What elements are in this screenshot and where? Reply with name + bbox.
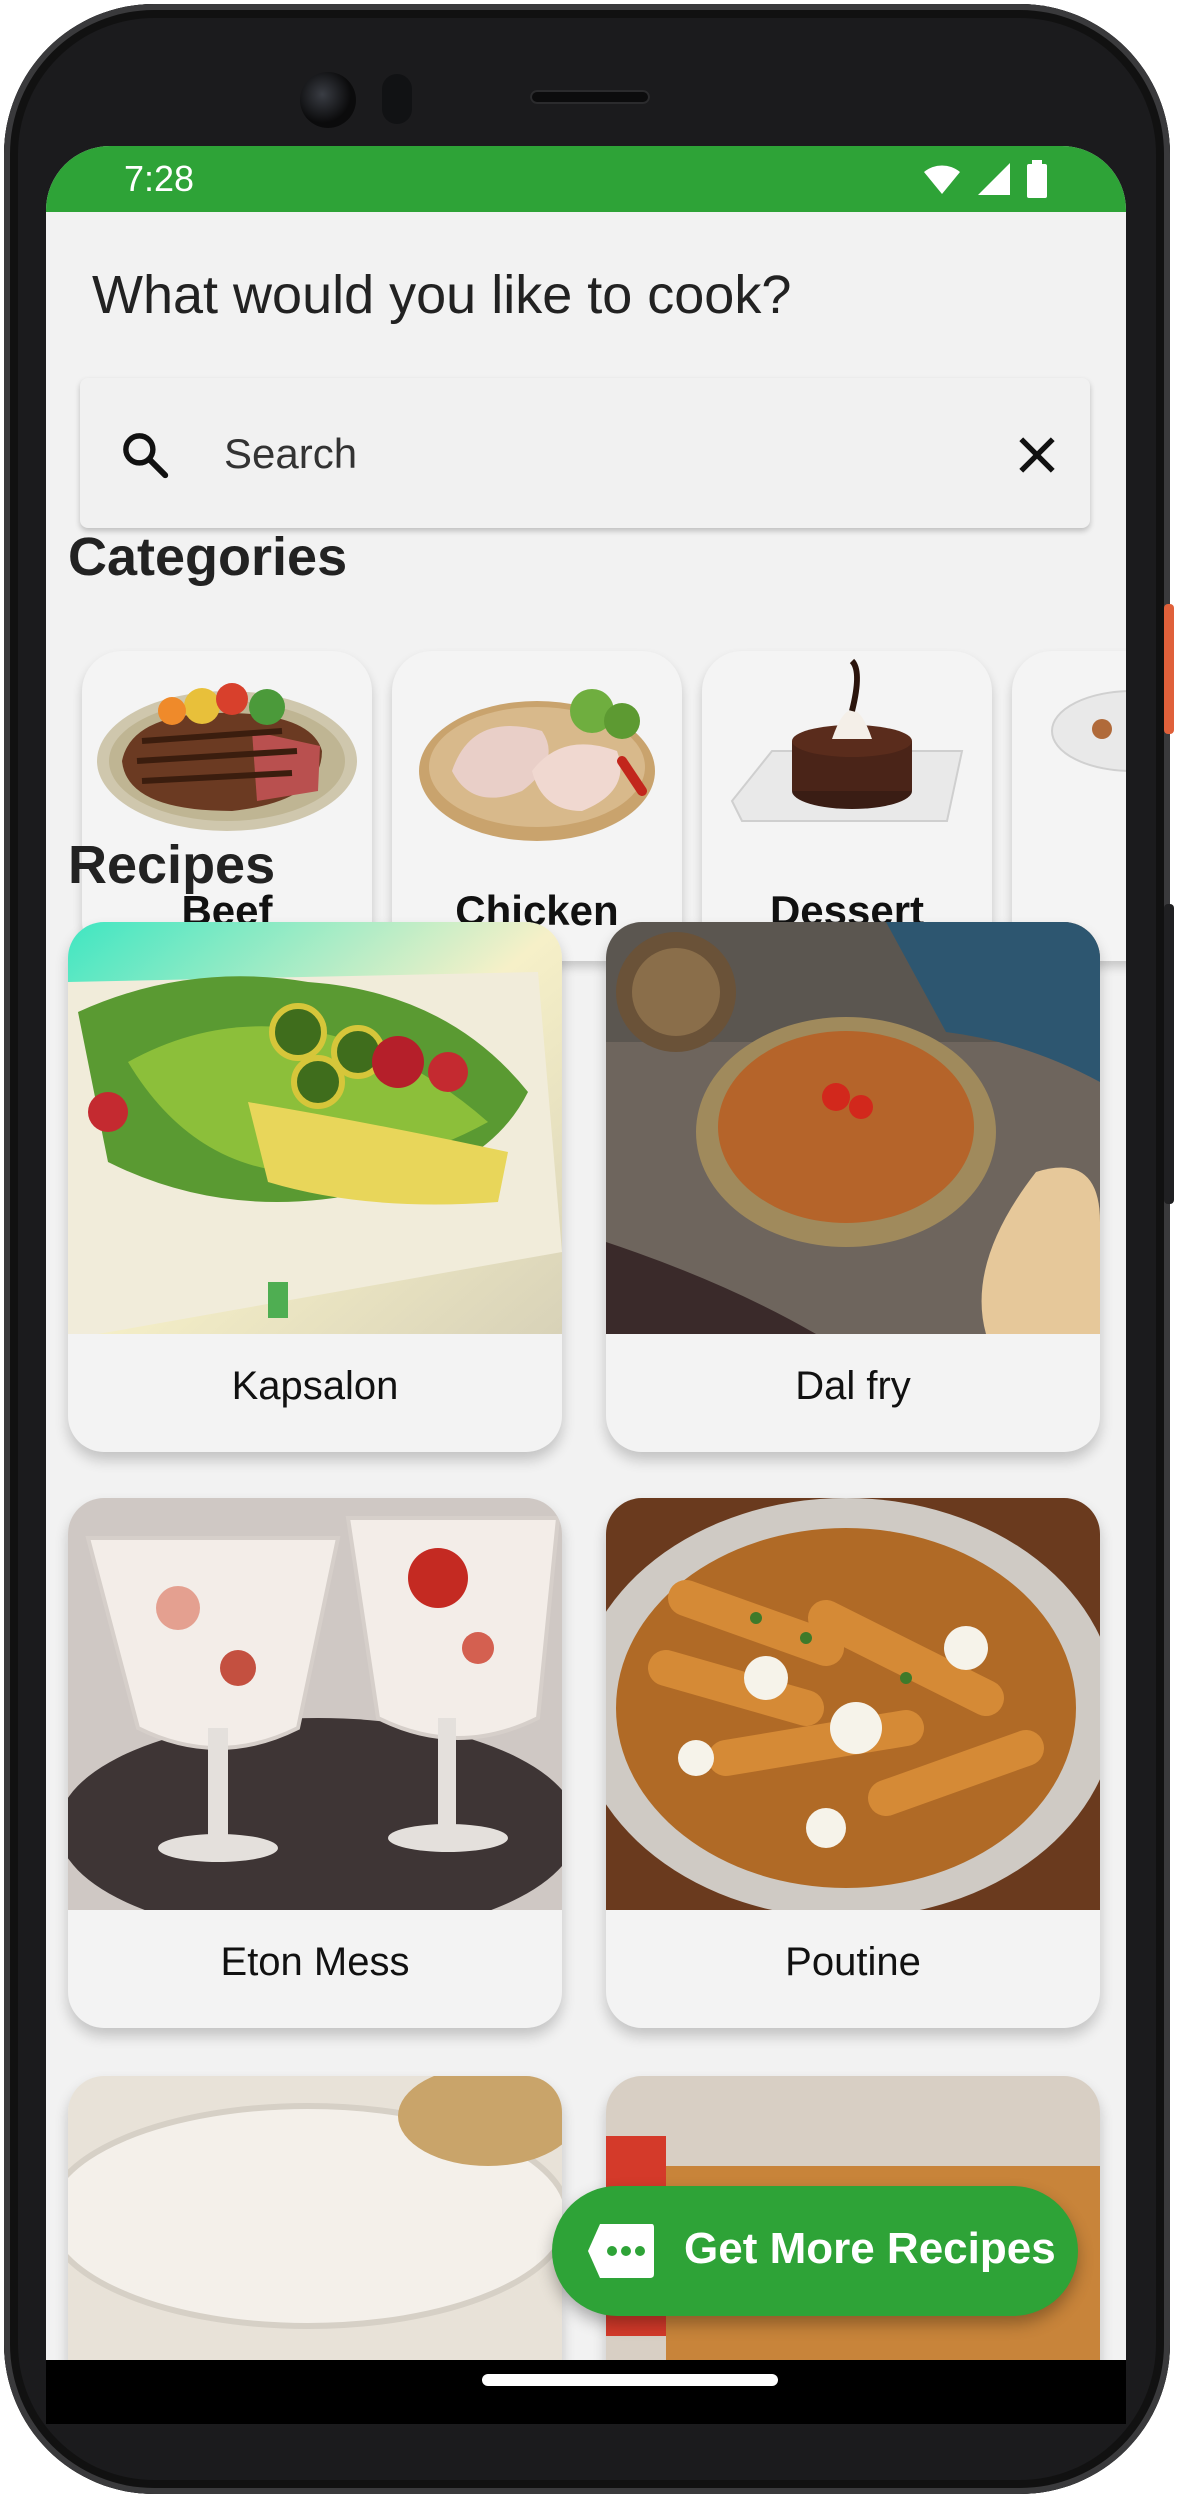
dal-fry-image bbox=[606, 922, 1100, 1334]
navigation-bar bbox=[46, 2360, 1126, 2424]
category-card-dessert[interactable]: Dessert bbox=[702, 651, 992, 961]
clear-icon[interactable] bbox=[1010, 428, 1064, 482]
status-bar: 7:28 bbox=[46, 146, 1126, 212]
category-image bbox=[1051, 690, 1126, 772]
category-card-chicken[interactable]: Chicken bbox=[392, 651, 682, 961]
category-card-beef[interactable]: Beef bbox=[82, 651, 372, 961]
kapsalon-image bbox=[68, 922, 562, 1334]
wifi-icon bbox=[924, 165, 960, 194]
earpiece-speaker bbox=[530, 90, 650, 104]
search-icon[interactable] bbox=[118, 428, 172, 482]
status-time: 7:28 bbox=[124, 158, 195, 199]
recipe-title: Dal fry bbox=[795, 1364, 911, 1408]
recipe-title: Eton Mess bbox=[220, 1940, 410, 1984]
recipe-card-kapsalon[interactable]: Kapsalon bbox=[68, 922, 562, 1452]
recipe-card-dal-fry[interactable]: Dal fry bbox=[606, 922, 1100, 1452]
recipe-card-partial-left[interactable] bbox=[68, 2076, 562, 2360]
search-input[interactable] bbox=[222, 420, 926, 488]
chicken-image bbox=[419, 689, 655, 841]
power-button bbox=[1164, 604, 1174, 734]
cell-signal-icon bbox=[978, 163, 1010, 195]
search-bar[interactable] bbox=[80, 378, 1090, 528]
recipe-card-poutine[interactable]: Poutine bbox=[606, 1498, 1100, 2028]
get-more-recipes-button[interactable]: Get More Recipes bbox=[552, 2186, 1078, 2316]
poutine-image bbox=[606, 1498, 1100, 1910]
recipe-image bbox=[68, 2076, 562, 2360]
home-indicator[interactable] bbox=[482, 2374, 778, 2386]
chat-bubble-icon bbox=[588, 2224, 654, 2278]
battery-icon bbox=[1027, 160, 1047, 198]
front-camera bbox=[300, 72, 356, 128]
recipe-title: Poutine bbox=[785, 1940, 921, 1984]
app-screen: 7:28 What would you like to cook? Catego… bbox=[46, 146, 1126, 2360]
status-icons bbox=[922, 160, 1048, 198]
page-question: What would you like to cook? bbox=[92, 265, 792, 325]
eton-mess-image bbox=[68, 1498, 562, 1910]
fab-label: Get More Recipes bbox=[684, 2224, 1056, 2273]
categories-heading: Categories bbox=[68, 527, 348, 587]
recipe-title: Kapsalon bbox=[231, 1364, 399, 1408]
sensor bbox=[382, 74, 412, 124]
recipes-heading: Recipes bbox=[68, 835, 276, 895]
dessert-image bbox=[730, 658, 964, 822]
category-card-partial[interactable] bbox=[1012, 651, 1126, 961]
recipe-card-eton-mess[interactable]: Eton Mess bbox=[68, 1498, 562, 2028]
volume-button bbox=[1164, 904, 1174, 1204]
